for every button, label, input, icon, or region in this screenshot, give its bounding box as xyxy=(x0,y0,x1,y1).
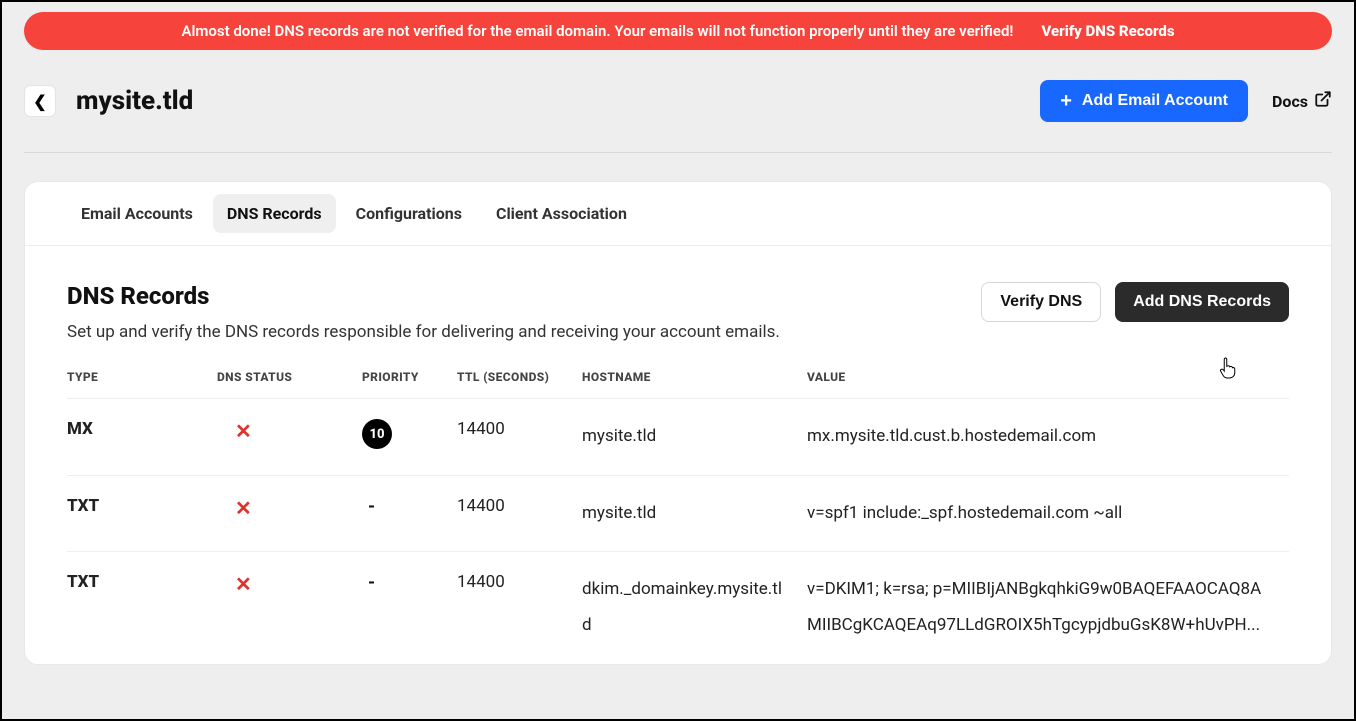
th-type: TYPE xyxy=(67,370,217,399)
cell-status: ✕ xyxy=(217,475,362,552)
tab-dns-records[interactable]: DNS Records xyxy=(213,194,336,233)
tabs: Email Accounts DNS Records Configuration… xyxy=(25,182,1331,246)
x-icon: ✕ xyxy=(235,496,252,520)
page-header: ❮ mysite.tld + Add Email Account Docs xyxy=(24,80,1332,153)
docs-link[interactable]: Docs xyxy=(1272,90,1332,112)
cell-value: mx.mysite.tld.cust.b.hostedemail.com xyxy=(807,399,1289,476)
content-card: Email Accounts DNS Records Configuration… xyxy=(24,181,1332,665)
tab-email-accounts[interactable]: Email Accounts xyxy=(67,194,207,233)
section-title: DNS Records xyxy=(67,282,780,310)
cell-value: v=DKIM1; k=rsa; p=MIIBIjANBgkqhkiG9w0BAQ… xyxy=(807,552,1289,664)
x-icon: ✕ xyxy=(235,419,252,443)
th-hostname: HOSTNAME xyxy=(582,370,807,399)
cell-priority: - xyxy=(362,552,457,664)
cell-ttl: 14400 xyxy=(457,399,582,476)
cell-value: v=spf1 include:_spf.hostedemail.com ~all xyxy=(807,475,1289,552)
th-priority: PRIORITY xyxy=(362,370,457,399)
cell-type: TXT xyxy=(67,552,217,664)
alert-banner: Almost done! DNS records are not verifie… xyxy=(24,12,1332,50)
th-value: VALUE xyxy=(807,370,1289,399)
table-row: TXT ✕ -14400dkim._domainkey.mysite.tldv=DK… xyxy=(67,552,1289,664)
verify-dns-button[interactable]: Verify DNS xyxy=(981,282,1101,322)
section-header: DNS Records Set up and verify the DNS re… xyxy=(67,282,1289,342)
cell-hostname: mysite.tld xyxy=(582,475,807,552)
table-row: MX ✕ 10 14400mysite.tldmx.mysite.tld.cust.b… xyxy=(67,399,1289,476)
table-row: TXT ✕ -14400mysite.tldv=spf1 include:_spf.… xyxy=(67,475,1289,552)
cell-status: ✕ xyxy=(217,399,362,476)
section-subtitle: Set up and verify the DNS records respon… xyxy=(67,322,780,342)
add-dns-records-button[interactable]: Add DNS Records xyxy=(1115,282,1289,322)
dns-records-table: TYPE DNS STATUS PRIORITY TTL (SECONDS) H… xyxy=(67,370,1289,664)
cell-priority: 10 xyxy=(362,399,457,476)
plus-icon: + xyxy=(1060,91,1072,111)
cell-ttl: 14400 xyxy=(457,475,582,552)
th-ttl: TTL (SECONDS) xyxy=(457,370,582,399)
cell-hostname: mysite.tld xyxy=(582,399,807,476)
tab-client-association[interactable]: Client Association xyxy=(482,194,641,233)
chevron-left-icon: ❮ xyxy=(33,92,46,111)
add-email-account-label: Add Email Account xyxy=(1082,92,1228,110)
alert-banner-message: Almost done! DNS records are not verifie… xyxy=(181,22,1013,40)
page-title: mysite.tld xyxy=(76,86,193,116)
external-link-icon xyxy=(1314,90,1332,112)
cell-type: TXT xyxy=(67,475,217,552)
cell-status: ✕ xyxy=(217,552,362,664)
cell-ttl: 14400 xyxy=(457,552,582,664)
cell-priority: - xyxy=(362,475,457,552)
priority-badge: 10 xyxy=(362,419,392,449)
x-icon: ✕ xyxy=(235,572,252,596)
cell-type: MX xyxy=(67,399,217,476)
verify-dns-records-link[interactable]: Verify DNS Records xyxy=(1041,22,1174,40)
th-status: DNS STATUS xyxy=(217,370,362,399)
back-button[interactable]: ❮ xyxy=(24,85,56,117)
add-email-account-button[interactable]: + Add Email Account xyxy=(1040,80,1248,122)
cell-hostname: dkim._domainkey.mysite.tld xyxy=(582,552,807,664)
tab-configurations[interactable]: Configurations xyxy=(342,194,476,233)
docs-label: Docs xyxy=(1272,92,1308,111)
